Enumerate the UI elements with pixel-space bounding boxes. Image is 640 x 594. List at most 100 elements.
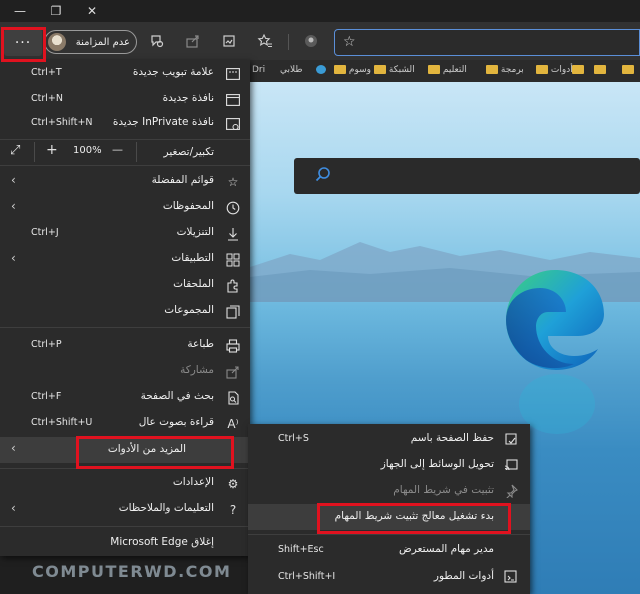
star-icon[interactable]: ☆ — [343, 34, 356, 50]
menu-item-label: قوائم المفضلة — [151, 174, 214, 186]
save-icon — [502, 430, 520, 448]
extension-icon[interactable] — [300, 31, 322, 51]
menu-item-label: إغلاق Microsoft Edge — [110, 536, 214, 548]
submenu-item-developer-tools[interactable]: Ctrl+Shift+I أدوات المطور — [248, 564, 530, 590]
shortcut-label: Ctrl+S — [278, 433, 309, 444]
shortcut-label: Shift+Esc — [278, 544, 324, 555]
toolbar-divider — [288, 34, 289, 50]
share-icon[interactable] — [182, 31, 204, 51]
new-window-icon — [224, 91, 242, 109]
menu-item-label: التنزيلات — [176, 226, 214, 238]
menu-item-favorites[interactable]: ‹ قوائم المفضلة ☆ — [0, 170, 250, 194]
highlight-box-more-tools — [76, 436, 234, 469]
chevron-left-icon: ‹ — [11, 251, 16, 265]
profile-button[interactable]: عدم المزامنة — [44, 30, 137, 54]
menu-item-label: أدوات المطور — [433, 570, 494, 582]
menu-item-label: الإعدادات — [172, 476, 214, 488]
menu-item-label: مشاركة — [180, 364, 214, 376]
favorite-item[interactable]: التعليم — [428, 65, 467, 77]
pin-icon — [502, 482, 520, 500]
history-icon — [224, 199, 242, 217]
submenu-item-cast-media[interactable]: تحويل الوسائط إلى الجهاز — [248, 452, 530, 478]
menu-item-extensions[interactable]: الملحقات — [0, 274, 250, 298]
inprivate-icon — [224, 115, 242, 133]
zoom-out-button[interactable]: — — [112, 143, 123, 156]
address-bar[interactable]: ☆ — [334, 29, 640, 56]
shortcut-label: Ctrl+Shift+N — [31, 117, 93, 128]
favorites-icon: ☆ — [227, 175, 239, 189]
shortcut-label: Ctrl+N — [31, 93, 63, 104]
menu-item-new-inprivate-window[interactable]: Ctrl+Shift+N نافذة InPrivate جديدة — [0, 112, 250, 136]
zoom-in-button[interactable]: + — [46, 142, 58, 158]
menu-item-label: نافذة جديدة — [162, 92, 214, 104]
submenu-item-task-manager[interactable]: Shift+Esc مدير مهام المستعرض — [248, 537, 530, 563]
favorite-item[interactable]: الشبكة — [374, 65, 415, 77]
shortcut-label: Ctrl+J — [31, 227, 59, 238]
find-icon — [224, 389, 242, 407]
close-button[interactable]: ✕ — [72, 0, 112, 22]
new-tab-icon — [224, 65, 242, 83]
menu-item-label: تحويل الوسائط إلى الجهاز — [380, 458, 494, 470]
menu-item-close-edge[interactable]: إغلاق Microsoft Edge — [0, 532, 250, 556]
minimize-button[interactable]: — — [0, 0, 40, 22]
menu-item-find-on-page[interactable]: Ctrl+F بحث في الصفحة — [0, 386, 250, 410]
restore-button[interactable]: ❐ — [36, 0, 76, 22]
highlight-box-more-button — [1, 27, 46, 62]
menu-item-label: حفظ الصفحة باسم — [410, 432, 494, 444]
title-bar: — ❐ ✕ — [0, 0, 640, 22]
menu-item-downloads[interactable]: Ctrl+J التنزيلات — [0, 222, 250, 246]
apps-icon — [224, 251, 242, 269]
menu-item-label: التطبيقات — [171, 252, 214, 264]
share-icon — [224, 363, 242, 381]
zoom-row: ⤢ + 100% — تكبير/تصغير — [0, 140, 250, 164]
menu-item-label: علامة تبويب جديدة — [132, 66, 214, 78]
menu-item-new-tab[interactable]: Ctrl+T علامة تبويب جديدة — [0, 62, 250, 86]
menu-item-label: المجموعات — [164, 304, 214, 316]
search-input[interactable] — [294, 158, 640, 194]
menu-divider — [0, 165, 250, 166]
favorite-item[interactable] — [572, 65, 584, 77]
profile-label: عدم المزامنة — [75, 36, 130, 48]
menu-item-help-feedback[interactable]: ‹ التعليمات والملاحظات ? — [0, 498, 250, 522]
edge-logo-icon — [506, 270, 604, 370]
menu-item-collections[interactable]: المجموعات — [0, 300, 250, 324]
menu-item-label: مدير مهام المستعرض — [399, 543, 494, 555]
settings-menu: Ctrl+T علامة تبويب جديدة Ctrl+N نافذة جد… — [0, 60, 250, 556]
menu-item-label: الملحقات — [173, 278, 214, 290]
menu-divider — [248, 534, 530, 535]
fullscreen-icon[interactable]: ⤢ — [10, 143, 20, 158]
chevron-left-icon: ‹ — [11, 441, 16, 455]
zoom-divider — [34, 142, 35, 162]
print-icon — [224, 337, 242, 355]
read-aloud-icon: A⁾ — [227, 417, 239, 431]
favorite-item[interactable]: طلابي — [280, 65, 303, 77]
menu-item-history[interactable]: ‹ المحفوظات — [0, 196, 250, 220]
menu-item-apps[interactable]: ‹ التطبيقات — [0, 248, 250, 272]
menu-item-label: قراءة بصوت عال — [138, 416, 214, 428]
zoom-divider — [136, 142, 137, 162]
collections-icon[interactable] — [218, 31, 240, 51]
favorite-item[interactable]: وسوم — [334, 65, 371, 77]
favorite-item[interactable] — [316, 65, 326, 77]
shortcut-label: Ctrl+P — [31, 339, 62, 350]
favorite-item[interactable] — [622, 65, 634, 77]
menu-item-print[interactable]: Ctrl+P طباعة — [0, 334, 250, 358]
menu-item-share[interactable]: مشاركة — [0, 360, 250, 384]
favorite-item[interactable] — [594, 65, 606, 77]
zoom-label: تكبير/تصغير — [163, 146, 214, 158]
favorite-item[interactable]: أدوات — [536, 65, 573, 77]
menu-divider — [0, 526, 250, 527]
help-icon: ? — [229, 503, 237, 517]
favorite-item[interactable]: برمجة — [486, 65, 524, 77]
menu-item-settings[interactable]: الإعدادات ⚙ — [0, 472, 250, 496]
favorites-list-icon[interactable] — [254, 31, 276, 51]
favorite-item[interactable]: Dri — [252, 65, 265, 77]
menu-item-label: طباعة — [187, 338, 214, 350]
feedback-icon[interactable] — [146, 31, 168, 51]
shortcut-label: Ctrl+T — [31, 67, 62, 78]
menu-item-read-aloud[interactable]: Ctrl+Shift+U قراءة بصوت عال A⁾ — [0, 412, 250, 436]
submenu-item-save-page-as[interactable]: Ctrl+S حفظ الصفحة باسم — [248, 426, 530, 452]
menu-item-new-window[interactable]: Ctrl+N نافذة جديدة — [0, 88, 250, 112]
submenu-item-pin-taskbar[interactable]: تثبيت في شريط المهام — [248, 478, 530, 504]
favorites-bar: Dri طلابي وسوم الشبكة التعليم برمجة أدوا… — [250, 60, 640, 82]
